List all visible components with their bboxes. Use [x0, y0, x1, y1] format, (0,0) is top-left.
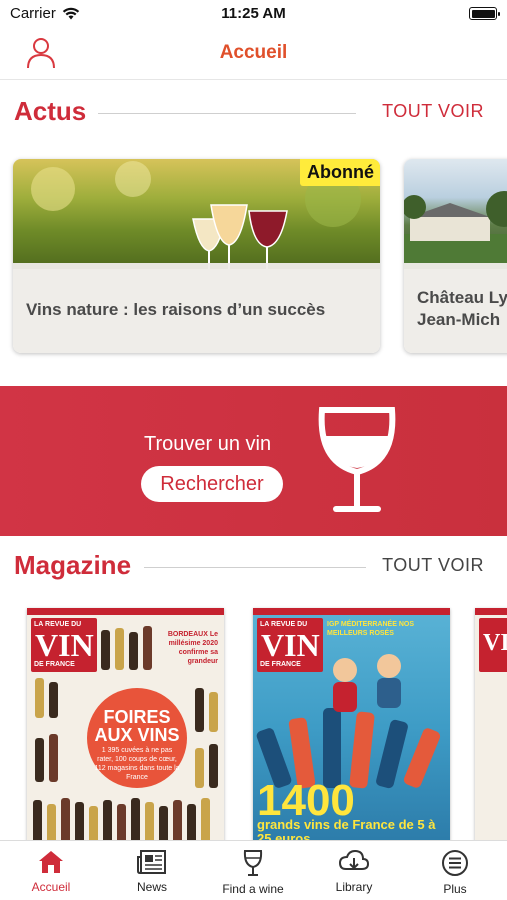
cloud-download-icon	[338, 849, 370, 870]
actus-see-all-link[interactable]: TOUT VOIR	[382, 101, 484, 122]
newspaper-icon	[137, 850, 166, 874]
status-time: 11:25 AM	[221, 5, 286, 22]
magazine-cover[interactable]: LA REVUE DU VIN DE FRANCE BORDEAUX Le mi…	[27, 608, 224, 846]
tab-label: Accueil	[31, 880, 71, 894]
navigation-bar: Accueil	[0, 28, 507, 80]
banner-text: Trouver un vin	[144, 433, 272, 455]
battery-icon	[469, 7, 500, 20]
wine-glass-icon	[318, 407, 396, 512]
logo-main-text: VIN	[483, 630, 507, 656]
actus-title: Actus	[14, 96, 87, 126]
section-divider	[98, 113, 356, 114]
cover-highlight: FOIRES AUX VINS 1 395 cuvées à ne pas ra…	[87, 688, 187, 788]
menu-circle-icon	[442, 850, 468, 876]
tab-label: News	[136, 880, 167, 894]
tab-accueil[interactable]: Accueil	[11, 849, 91, 899]
article-card[interactable]: Château Ly Jean-Mich	[404, 159, 507, 353]
section-divider	[144, 567, 366, 568]
find-wine-banner: Trouver un vin Rechercher	[0, 386, 507, 536]
magazine-cover[interactable]: LA REVUE DU VIN DE FRANCE IGP MÉDITERRAN…	[253, 608, 450, 846]
magazine-see-all-link[interactable]: TOUT VOIR	[382, 555, 484, 576]
magazine-title: Magazine	[14, 550, 132, 580]
highlight-subtitle: 1 395 cuvées à ne pas rater, 100 coups d…	[94, 747, 180, 781]
tab-label: Find a wine	[222, 882, 284, 896]
wine-glass-icon	[243, 850, 263, 876]
article-card[interactable]: Vins nature : les raisons d’un succès Ab…	[13, 159, 380, 353]
magazine-section-header: Magazine TOUT VOIR	[14, 550, 484, 586]
magazine-cover[interactable]: VIN	[475, 608, 507, 846]
actus-section-header: Actus TOUT VOIR	[14, 96, 484, 132]
status-bar: Carrier 11:25 AM	[0, 0, 507, 28]
cover-stripe	[475, 608, 507, 615]
tab-find-a-wine[interactable]: Find a wine	[213, 849, 293, 899]
chateau-illustration	[404, 191, 507, 269]
tab-plus[interactable]: Plus	[415, 849, 495, 899]
tab-label: Plus	[443, 882, 467, 896]
magazine-logo: VIN	[479, 618, 507, 672]
tab-library[interactable]: Library	[314, 849, 394, 899]
search-button[interactable]: Rechercher	[141, 466, 283, 502]
home-icon	[39, 851, 63, 873]
tab-label: Library	[335, 880, 373, 894]
article-photo	[404, 159, 507, 269]
subscriber-badge: Abonné	[300, 159, 380, 186]
article-title: Vins nature : les raisons d’un succès	[26, 300, 326, 319]
page-title: Accueil	[219, 42, 288, 63]
tab-bar: Accueil News Find a wine Library Plus	[0, 840, 507, 900]
highlight-title: FOIRES AUX VINS	[94, 707, 180, 745]
article-title: Château Ly Jean-Mich	[417, 288, 507, 329]
tab-news[interactable]: News	[112, 849, 192, 899]
